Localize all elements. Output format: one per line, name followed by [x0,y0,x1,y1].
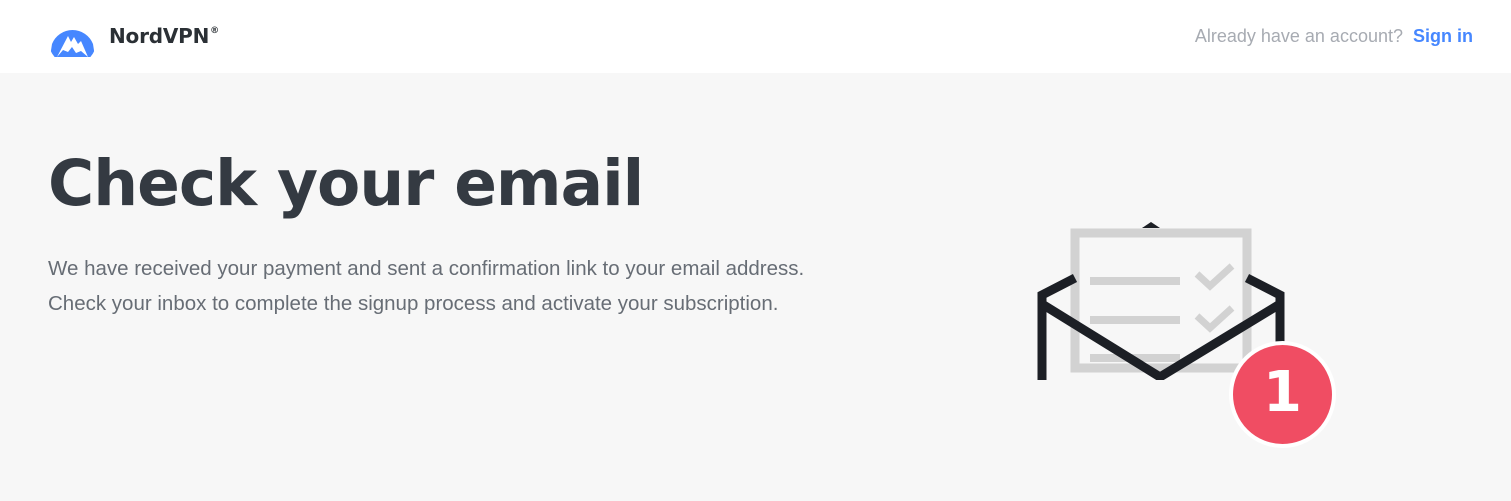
notification-badge: 1 [1229,341,1336,448]
sign-in-link[interactable]: Sign in [1413,26,1473,47]
top-header: NordVPN® Already have an account? Sign i… [0,0,1511,73]
page-title: Check your email [48,147,644,220]
brand[interactable]: NordVPN® [48,17,219,57]
account-area: Already have an account? Sign in [1195,26,1473,47]
badge-count: 1 [1263,359,1302,425]
confirmation-message: We have received your payment and sent a… [48,257,805,315]
brand-name: NordVPN® [109,23,219,48]
registered-mark: ® [210,25,219,36]
account-prompt: Already have an account? [1194,26,1403,46]
nordvpn-logo-icon [50,29,95,57]
